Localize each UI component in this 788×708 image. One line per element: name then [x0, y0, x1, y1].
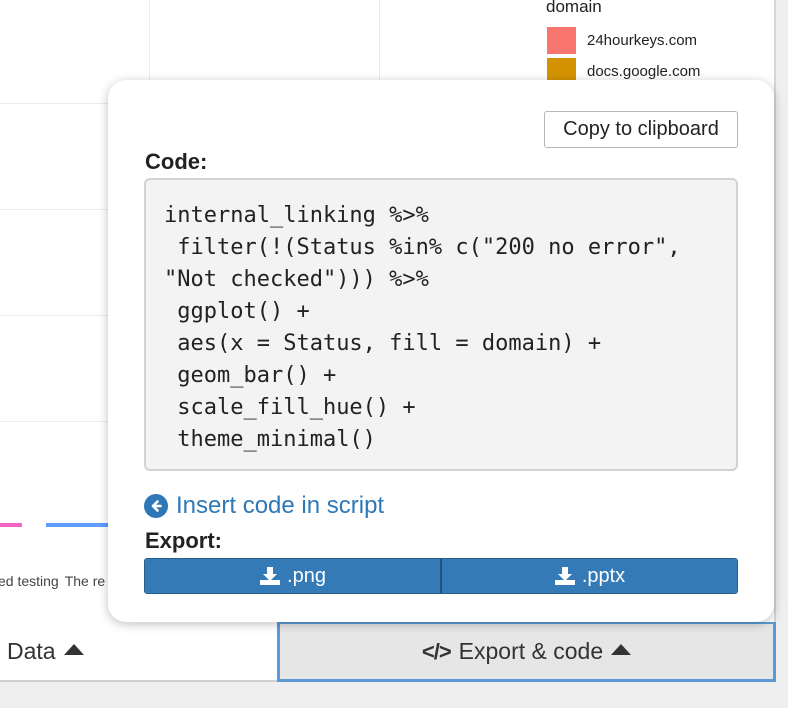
tab-data-label: Data — [7, 637, 56, 664]
legend-label: 24hourkeys.com — [587, 32, 698, 49]
caret-up-icon — [63, 643, 84, 655]
legend-swatch — [547, 27, 576, 54]
x-axis-tick-label: ed testing — [0, 573, 59, 589]
tab-export-code[interactable]: </> Export & code — [277, 622, 776, 682]
legend-item: 24hourkeys.com — [547, 27, 697, 54]
export-png-button[interactable]: .png — [145, 559, 440, 593]
tab-data[interactable]: Data — [0, 622, 277, 682]
code-icon: </> — [421, 638, 452, 664]
export-heading: Export: — [145, 528, 222, 553]
code-text: internal_linking %>% filter(!(Status %in… — [164, 203, 681, 452]
export-pptx-label: .pptx — [581, 564, 626, 587]
grid-line — [0, 209, 110, 210]
code-block[interactable]: internal_linking %>% filter(!(Status %in… — [144, 178, 738, 471]
x-axis-labels: ed testing The re — [0, 573, 110, 589]
code-heading: Code: — [145, 149, 208, 174]
caret-up-icon — [611, 644, 632, 655]
panel-border — [774, 0, 776, 622]
grid-line — [0, 103, 110, 104]
export-code-popover: Copy to clipboard Code: internal_linking… — [108, 80, 774, 622]
export-button-group: .png .pptx — [144, 558, 738, 594]
grid-line — [0, 421, 110, 422]
download-icon — [260, 567, 281, 585]
grid-line — [0, 315, 110, 316]
copy-to-clipboard-button[interactable]: Copy to clipboard — [544, 111, 738, 148]
export-png-label: .png — [287, 564, 326, 587]
arrow-circle-left-icon — [144, 494, 168, 518]
bar-segment-pink — [0, 523, 22, 527]
legend-label: docs.google.com — [587, 63, 701, 80]
download-icon — [554, 567, 575, 585]
legend-title: domain — [546, 0, 602, 16]
tab-export-label: Export & code — [458, 638, 604, 664]
export-pptx-button[interactable]: .pptx — [440, 559, 737, 593]
insert-code-label: Insert code in script — [176, 492, 385, 519]
insert-code-link[interactable]: Insert code in script — [144, 492, 384, 520]
bottom-tab-bar: Data </> Export & code — [0, 622, 776, 682]
x-axis-tick-label: The re — [64, 573, 106, 589]
bar-segment-blue — [46, 523, 108, 527]
